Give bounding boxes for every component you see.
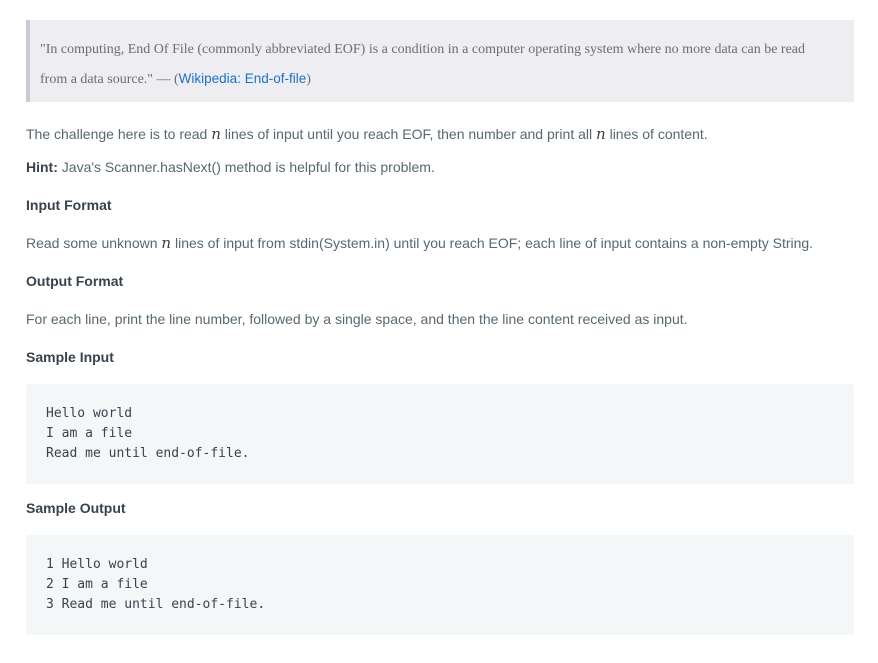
intro-text-middle: lines of input until you reach EOF, then… [220,126,597,142]
code-line: 3 Read me until end-of-file. [46,597,266,612]
sample-input-heading: Sample Input [26,349,114,365]
hint-label: Hint: [26,159,58,175]
math-variable-n: n [211,125,221,143]
sample-output-code-block[interactable]: 1 Hello world 2 I am a file 3 Read me unti… [26,535,854,635]
output-format-heading: Output Format [26,273,124,289]
eof-quote-block: "In computing, End Of File (commonly abb… [26,20,854,102]
intro-text-start: The challenge here is to read [26,126,212,142]
hint-text: Java's Scanner.hasNext() method is helpf… [57,159,435,175]
code-line: Read me until end-of-file. [46,446,250,461]
intro-text-end: lines of content. [605,126,708,142]
math-variable-n: n [596,125,606,143]
input-format-text: Read some unknown n lines of input from … [26,233,854,253]
code-line: 1 Hello world [46,557,148,572]
quote-text: "In computing, End Of File (commonly abb… [40,42,805,87]
input-format-heading: Input Format [26,197,112,213]
math-variable-n: n [161,234,172,252]
input-format-text-end: lines of input from stdin(System.in) unt… [171,235,814,251]
wikipedia-link[interactable]: Wikipedia: End-of-file [179,71,307,86]
sample-input-code-block[interactable]: Hello world I am a file Read me until end-… [26,384,854,484]
challenge-intro: The challenge here is to read n lines of… [26,124,854,144]
code-line: I am a file [46,426,133,441]
input-format-text-start: Read some unknown [26,235,162,251]
code-line: Hello world [46,406,133,421]
hint-paragraph: Hint: Java's Scanner.hasNext() method is… [26,157,854,177]
quote-close-paren: ) [306,72,311,87]
output-format-text: For each line, print the line number, fo… [26,311,688,327]
problem-statement: "In computing, End Of File (commonly abb… [26,20,854,635]
code-line: 2 I am a file [46,577,148,592]
sample-output-heading: Sample Output [26,500,126,516]
